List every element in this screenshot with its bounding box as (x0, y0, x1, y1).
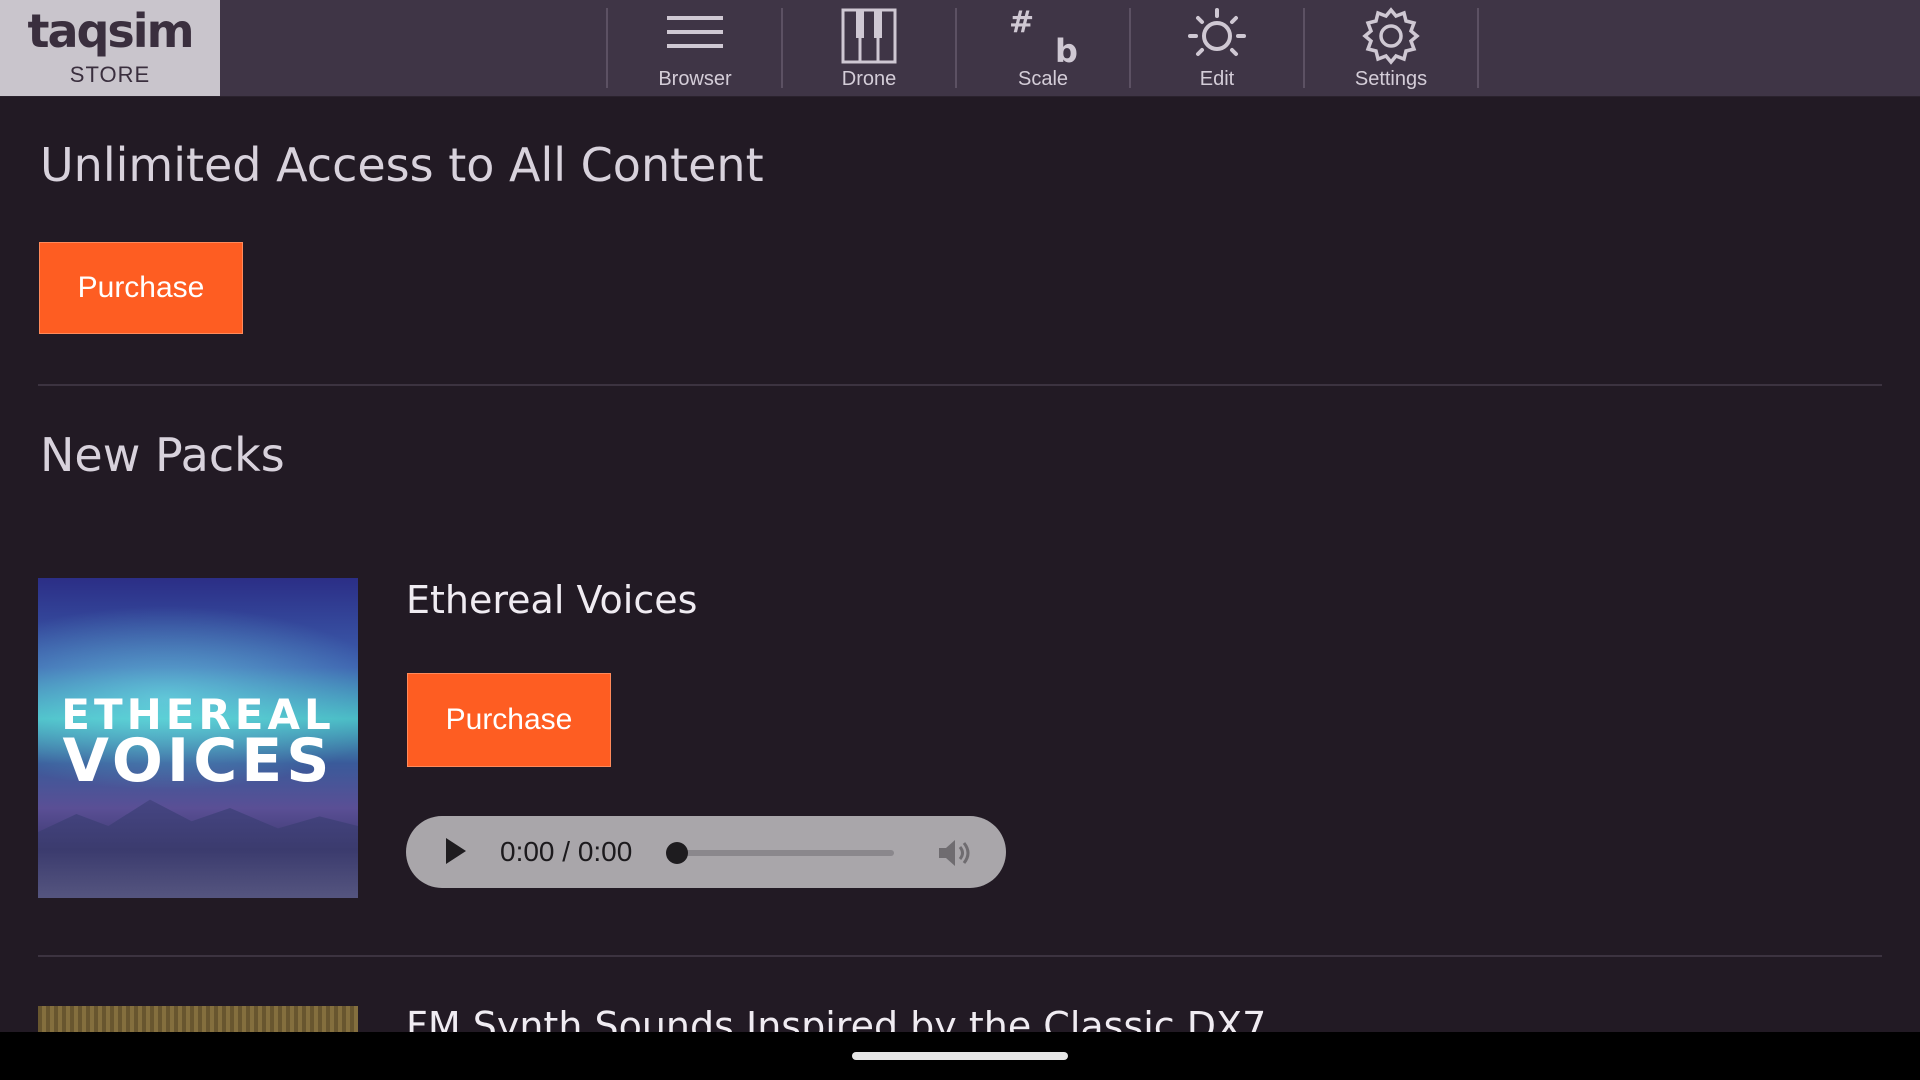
section-divider (38, 384, 1882, 386)
pack-title: Ethereal Voices (406, 578, 698, 622)
audio-seek-thumb[interactable] (666, 842, 688, 864)
nav-settings[interactable]: Settings (1305, 0, 1477, 96)
ethereal-voices-cover: ETHEREAL VOICES (38, 578, 358, 898)
volume-icon[interactable] (936, 836, 974, 870)
cover-title-line2: VOICES (62, 726, 334, 796)
purchase-pack-button[interactable]: Purchase (407, 673, 611, 767)
nav-divider (1477, 8, 1479, 88)
nav-edit[interactable]: Edit (1131, 0, 1303, 96)
nav-scale[interactable]: # b Scale (957, 0, 1129, 96)
sun-dial-icon (1188, 8, 1246, 56)
menu-icon (667, 16, 723, 48)
nav-drone[interactable]: Drone (783, 0, 955, 96)
flat-symbol: b (1055, 32, 1078, 68)
nav-browser-label: Browser (658, 68, 732, 90)
audio-time: 0:00 / 0:00 (500, 836, 633, 867)
nav-divider (606, 8, 608, 88)
nav-drone-label: Drone (841, 68, 897, 90)
nav-settings-label: Settings (1354, 68, 1428, 90)
purchase-unlimited-button[interactable]: Purchase (39, 242, 243, 334)
nav-scale-label: Scale (1017, 68, 1069, 90)
top-navigation-bar: taqsim STORE Browser Drone # b Scale Edi… (0, 0, 1920, 97)
nav-browser[interactable]: Browser (609, 0, 781, 96)
unlimited-access-title: Unlimited Access to All Content (40, 138, 764, 192)
new-packs-title: New Packs (40, 428, 285, 482)
audio-player: 0:00 / 0:00 (406, 816, 1006, 888)
piano-keys-icon (841, 8, 897, 64)
home-indicator[interactable] (852, 1052, 1068, 1060)
sharp-flat-icon: # b (1009, 6, 1078, 68)
sharp-symbol: # (1009, 6, 1034, 40)
store-tab[interactable]: taqsim STORE (0, 0, 220, 96)
store-label: STORE (69, 62, 151, 87)
play-icon[interactable] (446, 838, 466, 864)
gear-icon (1362, 7, 1420, 65)
nav-edit-label: Edit (1199, 68, 1235, 90)
section-divider (38, 955, 1882, 957)
audio-seek-bar[interactable] (676, 850, 894, 856)
taqsim-logo: taqsim (27, 4, 194, 58)
